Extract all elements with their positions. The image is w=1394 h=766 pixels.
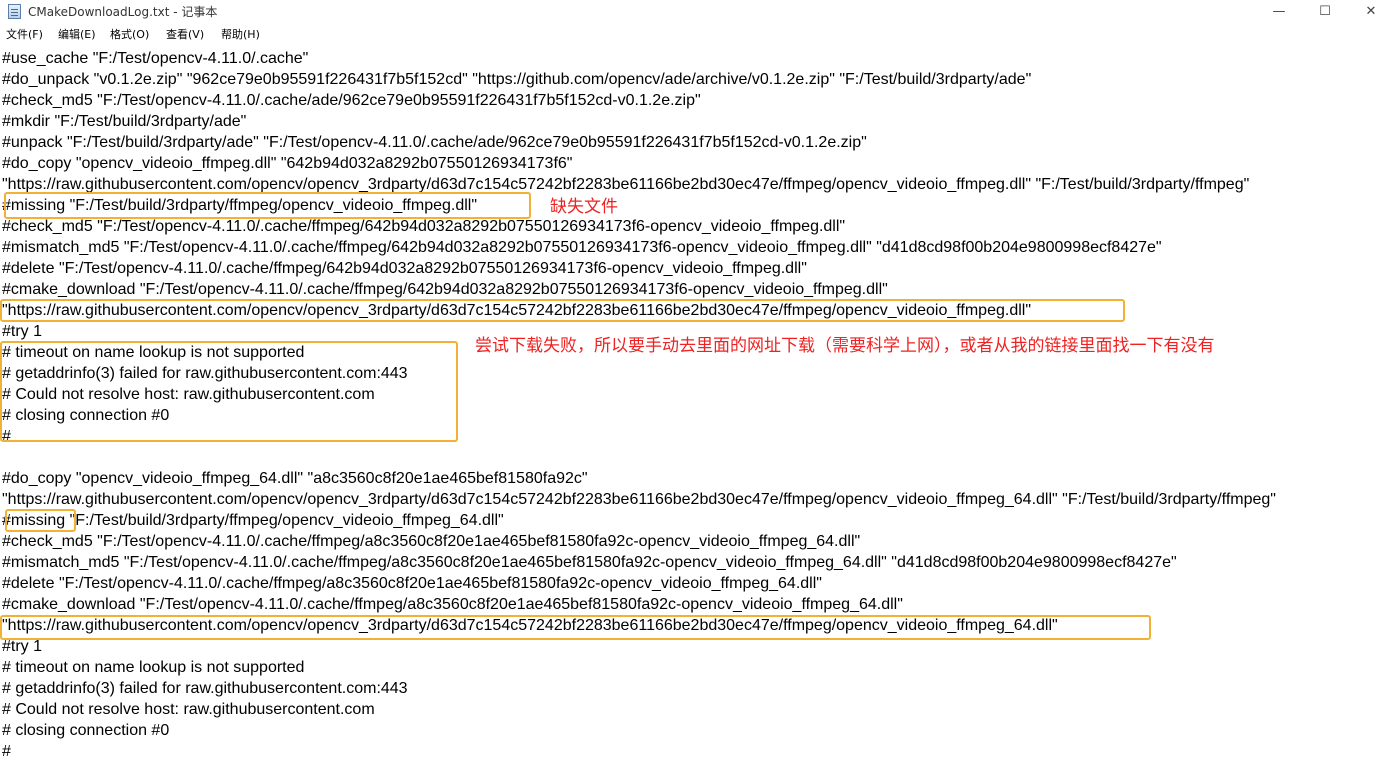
log-line: #mismatch_md5 "F:/Test/opencv-4.11.0/.ca… — [2, 554, 1177, 571]
log-line: #delete "F:/Test/opencv-4.11.0/.cache/ff… — [2, 575, 822, 592]
menu-view[interactable]: 查看(V) — [166, 28, 204, 42]
log-line: # — [2, 428, 11, 445]
menu-file[interactable]: 文件(F) — [6, 28, 43, 42]
log-line: #try 1 — [2, 638, 43, 655]
log-line: #mismatch_md5 "F:/Test/opencv-4.11.0/.ca… — [2, 239, 1162, 256]
log-line: # closing connection #0 — [2, 722, 170, 739]
log-line: # getaddrinfo(3) failed for raw.githubus… — [2, 680, 408, 697]
log-line: "https://raw.githubusercontent.com/openc… — [2, 176, 1250, 193]
log-line: #missing "F:/Test/build/3rdparty/ffmpeg/… — [2, 197, 478, 214]
log-line: #use_cache "F:/Test/opencv-4.11.0/.cache… — [2, 50, 309, 67]
annotation-download-failed: 尝试下载失败，所以要手动去里面的网址下载（需要科学上网），或者从我的链接里面找一… — [475, 336, 1215, 356]
close-button[interactable]: ✕ — [1348, 0, 1394, 24]
minimize-button[interactable]: — — [1256, 0, 1302, 24]
log-line: #check_md5 "F:/Test/opencv-4.11.0/.cache… — [2, 92, 701, 109]
log-line: #cmake_download "F:/Test/opencv-4.11.0/.… — [2, 281, 888, 298]
text-editor[interactable]: #use_cache "F:/Test/opencv-4.11.0/.cache… — [0, 46, 1394, 766]
log-line: #delete "F:/Test/opencv-4.11.0/.cache/ff… — [2, 260, 807, 277]
log-line: "https://raw.githubusercontent.com/openc… — [2, 617, 1058, 634]
log-line: #check_md5 "F:/Test/opencv-4.11.0/.cache… — [2, 218, 846, 235]
log-line: # Could not resolve host: raw.githubuser… — [2, 386, 375, 403]
log-line: #unpack "F:/Test/build/3rdparty/ade" "F:… — [2, 134, 867, 151]
menu-edit[interactable]: 编辑(E) — [58, 28, 96, 42]
log-line: "https://raw.githubusercontent.com/openc… — [2, 491, 1276, 508]
log-line: #missing "F:/Test/build/3rdparty/ffmpeg/… — [2, 512, 504, 529]
window-title: CMakeDownloadLog.txt - 记事本 — [28, 5, 218, 19]
annotation-missing-file: 缺失文件 — [550, 197, 618, 217]
log-line: #do_copy "opencv_videoio_ffmpeg.dll" "64… — [2, 155, 573, 172]
log-line: #do_unpack "v0.1.2e.zip" "962ce79e0b9559… — [2, 71, 1032, 88]
notepad-icon — [8, 4, 21, 19]
menu-format[interactable]: 格式(O) — [110, 28, 149, 42]
log-line: # timeout on name lookup is not supporte… — [2, 344, 305, 361]
menu-help[interactable]: 帮助(H) — [221, 28, 260, 42]
maximize-button[interactable]: ☐ — [1302, 0, 1348, 24]
log-line: # closing connection #0 — [2, 407, 170, 424]
log-line: # timeout on name lookup is not supporte… — [2, 659, 305, 676]
menu-bar: 文件(F) 编辑(E) 格式(O) 查看(V) 帮助(H) — [0, 25, 1394, 45]
log-line: "https://raw.githubusercontent.com/openc… — [2, 302, 1032, 319]
log-line: #check_md5 "F:/Test/opencv-4.11.0/.cache… — [2, 533, 861, 550]
log-line: #cmake_download "F:/Test/opencv-4.11.0/.… — [2, 596, 903, 613]
title-bar[interactable]: CMakeDownloadLog.txt - 记事本 — ☐ ✕ — [0, 0, 1394, 24]
log-line: # Could not resolve host: raw.githubuser… — [2, 701, 375, 718]
log-line: # — [2, 743, 11, 760]
log-line: #mkdir "F:/Test/build/3rdparty/ade" — [2, 113, 247, 130]
log-line: #try 1 — [2, 323, 43, 340]
log-line: # getaddrinfo(3) failed for raw.githubus… — [2, 365, 408, 382]
log-line: #do_copy "opencv_videoio_ffmpeg_64.dll" … — [2, 470, 588, 487]
